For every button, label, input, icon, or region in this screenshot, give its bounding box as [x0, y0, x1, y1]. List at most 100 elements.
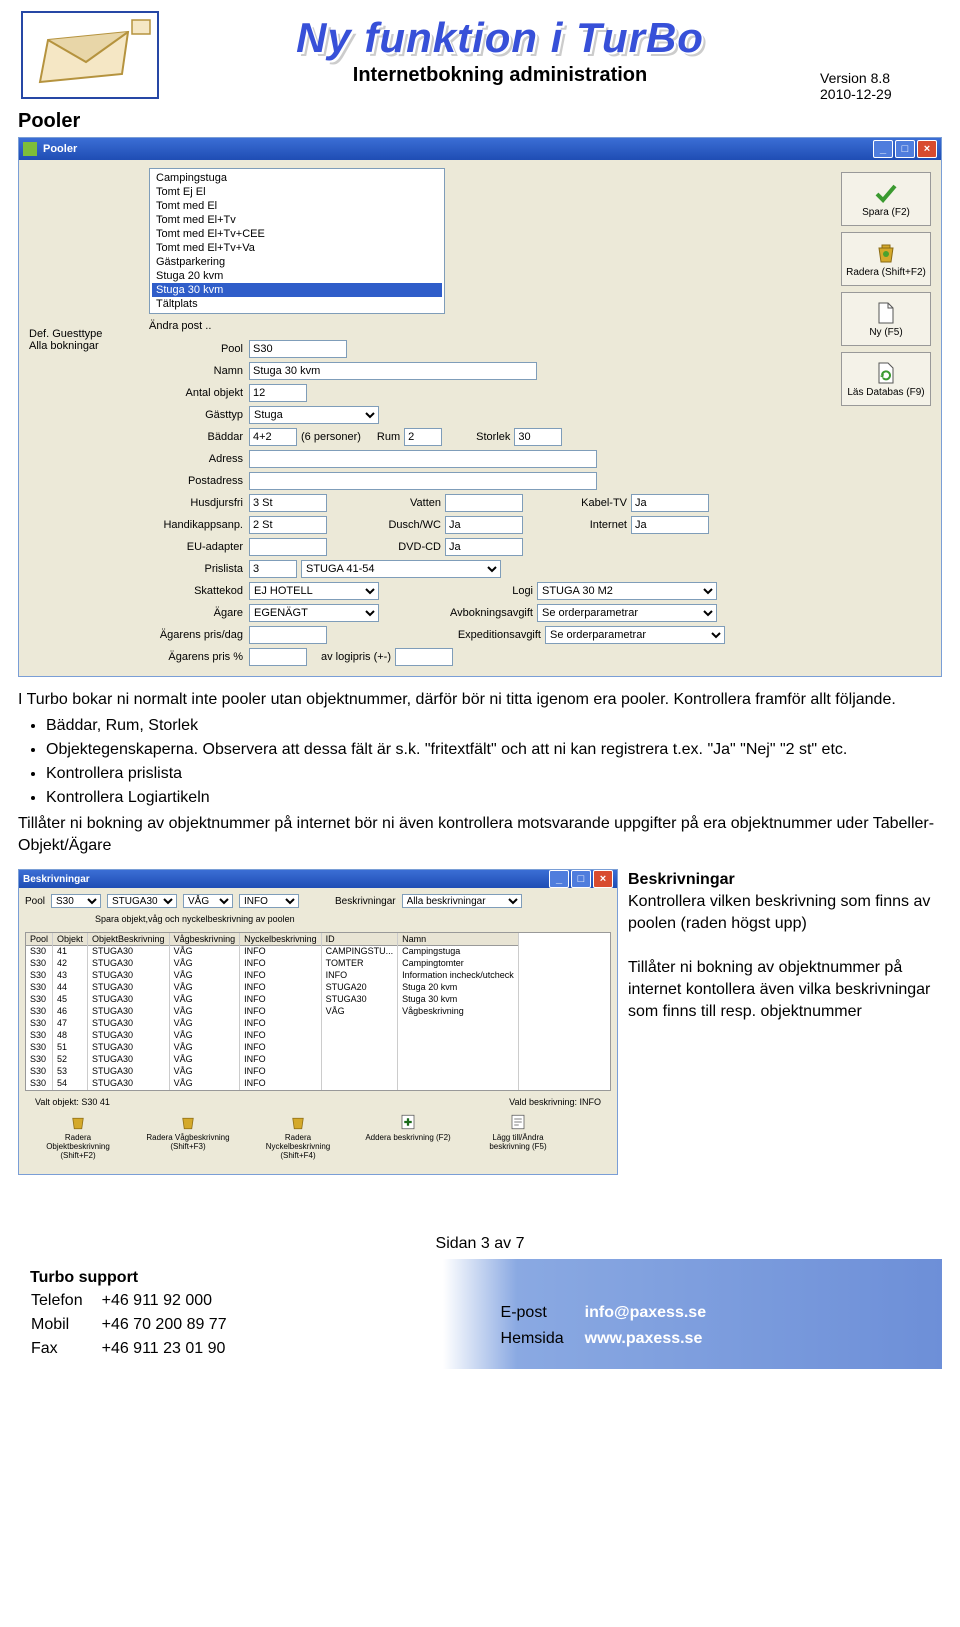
table-cell[interactable]: VÅG [170, 958, 240, 970]
table-cell[interactable]: S30 [26, 946, 52, 958]
table-cell[interactable]: 51 [53, 1042, 87, 1054]
pool-list-item[interactable]: Gästparkering [152, 255, 442, 269]
table-header[interactable]: Namn [398, 933, 518, 946]
table-cell[interactable]: INFO [240, 1078, 321, 1090]
new-button[interactable]: Ny (F5) [841, 292, 931, 346]
rum-input[interactable] [404, 428, 442, 446]
table-header[interactable]: Pool [26, 933, 52, 946]
pool-listbox[interactable]: CampingstugaTomt Ej ElTomt med ElTomt me… [149, 168, 445, 314]
logi-select[interactable]: STUGA 30 M2 [537, 582, 717, 600]
vatten-input[interactable] [445, 494, 523, 512]
handikapp-input[interactable] [249, 516, 327, 534]
table-cell[interactable]: Vågbeskrivning [398, 1006, 518, 1018]
table-cell[interactable]: INFO [240, 958, 321, 970]
desc-maximize-button[interactable]: □ [571, 870, 591, 888]
epost-link[interactable]: info@paxess.se [584, 1301, 724, 1325]
eu-input[interactable] [249, 538, 327, 556]
table-cell[interactable]: S30 [26, 1066, 52, 1078]
table-cell[interactable]: 42 [53, 958, 87, 970]
hemsida-link[interactable]: www.paxess.se [584, 1327, 724, 1351]
table-cell[interactable] [398, 1018, 518, 1030]
table-cell[interactable]: INFO [322, 970, 398, 982]
storlek-input[interactable] [514, 428, 562, 446]
agare-select[interactable]: EGENÄGT [249, 604, 379, 622]
table-cell[interactable]: S30 [26, 1018, 52, 1030]
table-cell[interactable]: STUGA30 [88, 946, 169, 958]
desc-table[interactable]: PoolS30S30S30S30S30S30S30S30S30S30S30S30… [25, 932, 611, 1091]
table-cell[interactable]: STUGA30 [88, 970, 169, 982]
prislista-select[interactable]: STUGA 41-54 [301, 560, 501, 578]
close-button[interactable]: × [917, 140, 937, 158]
desc-vag-select[interactable]: VÅG [183, 894, 233, 908]
desc-action-button[interactable]: Radera Objektbeskrivning (Shift+F2) [33, 1113, 123, 1160]
table-cell[interactable]: S30 [26, 1042, 52, 1054]
table-cell[interactable]: 48 [53, 1030, 87, 1042]
table-cell[interactable] [398, 1042, 518, 1054]
table-cell[interactable]: STUGA30 [88, 982, 169, 994]
table-cell[interactable]: Stuga 20 kvm [398, 982, 518, 994]
baddar-input[interactable] [249, 428, 297, 446]
table-cell[interactable]: STUGA30 [88, 1042, 169, 1054]
table-cell[interactable]: STUGA30 [322, 994, 398, 1006]
table-header[interactable]: ObjektBeskrivning [88, 933, 169, 946]
agprispct-input[interactable] [249, 648, 307, 666]
table-cell[interactable]: STUGA30 [88, 1018, 169, 1030]
table-cell[interactable] [398, 1054, 518, 1066]
table-cell[interactable] [322, 1042, 398, 1054]
prislista-nr-input[interactable] [249, 560, 297, 578]
desc-pool-select[interactable]: S30 [51, 894, 101, 908]
table-cell[interactable]: S30 [26, 1078, 52, 1090]
table-cell[interactable]: INFO [240, 994, 321, 1006]
pool-list-item[interactable]: Tomt med El+Tv+Va [152, 241, 442, 255]
skattekod-select[interactable]: EJ HOTELL [249, 582, 379, 600]
desc-action-button[interactable]: Addera beskrivning (F2) [363, 1113, 453, 1160]
pool-list-item[interactable]: Stuga 30 kvm [152, 283, 442, 297]
table-cell[interactable]: S30 [26, 970, 52, 982]
table-cell[interactable]: STUGA30 [88, 994, 169, 1006]
table-cell[interactable]: VÅG [170, 1018, 240, 1030]
table-cell[interactable]: VÅG [170, 994, 240, 1006]
table-cell[interactable]: CAMPINGSTU... [322, 946, 398, 958]
pool-list-item[interactable]: Tomt med El [152, 199, 442, 213]
table-cell[interactable]: 44 [53, 982, 87, 994]
table-header[interactable]: Nyckelbeskrivning [240, 933, 321, 946]
table-cell[interactable]: VÅG [170, 1078, 240, 1090]
pool-list-item[interactable]: Campingstuga [152, 171, 442, 185]
table-cell[interactable] [322, 1054, 398, 1066]
pool-input[interactable] [249, 340, 347, 358]
table-cell[interactable]: INFO [240, 1006, 321, 1018]
desc-action-button[interactable]: Radera Nyckelbeskrivning (Shift+F4) [253, 1113, 343, 1160]
table-cell[interactable]: S30 [26, 1006, 52, 1018]
desc-minimize-button[interactable]: _ [549, 870, 569, 888]
table-cell[interactable]: INFO [240, 1054, 321, 1066]
table-cell[interactable]: 53 [53, 1066, 87, 1078]
table-cell[interactable]: S30 [26, 982, 52, 994]
table-cell[interactable]: 41 [53, 946, 87, 958]
table-cell[interactable]: STUGA30 [88, 958, 169, 970]
internet-input[interactable] [631, 516, 709, 534]
table-cell[interactable]: Campingtomter [398, 958, 518, 970]
dusch-input[interactable] [445, 516, 523, 534]
exped-select[interactable]: Se orderparametrar [545, 626, 725, 644]
pool-list-item[interactable]: Tältplats [152, 297, 442, 311]
table-cell[interactable]: 47 [53, 1018, 87, 1030]
table-cell[interactable] [398, 1078, 518, 1090]
table-cell[interactable] [322, 1030, 398, 1042]
table-cell[interactable]: STUGA30 [88, 1030, 169, 1042]
table-cell[interactable]: VÅG [170, 1066, 240, 1078]
table-cell[interactable]: S30 [26, 958, 52, 970]
postadress-input[interactable] [249, 472, 597, 490]
reload-db-button[interactable]: Läs Databas (F9) [841, 352, 931, 406]
table-cell[interactable] [322, 1018, 398, 1030]
table-cell[interactable]: 43 [53, 970, 87, 982]
table-header[interactable]: Vågbeskrivning [170, 933, 240, 946]
table-cell[interactable]: TOMTER [322, 958, 398, 970]
table-cell[interactable]: VÅG [170, 1030, 240, 1042]
namn-input[interactable] [249, 362, 537, 380]
desc-action-button[interactable]: Radera Vågbeskrivning (Shift+F3) [143, 1113, 233, 1160]
table-cell[interactable]: Stuga 30 kvm [398, 994, 518, 1006]
avbok-select[interactable]: Se orderparametrar [537, 604, 717, 622]
table-cell[interactable]: 45 [53, 994, 87, 1006]
minimize-button[interactable]: _ [873, 140, 893, 158]
avlogi-input[interactable] [395, 648, 453, 666]
